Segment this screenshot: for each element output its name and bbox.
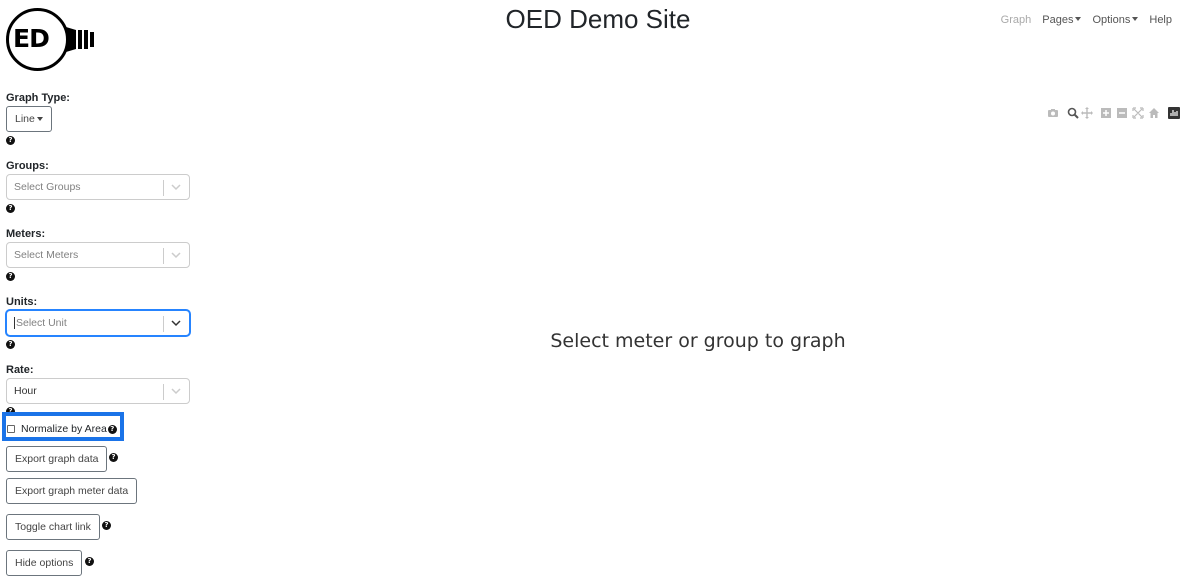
zoom-in-icon[interactable] (1100, 107, 1112, 119)
graph-type-label: Graph Type: (6, 92, 70, 104)
rate-value: Hour (14, 385, 37, 397)
select-separator (163, 384, 164, 400)
zoom-out-icon[interactable] (1116, 107, 1128, 119)
plot-toolbar (1047, 107, 1187, 121)
chevron-down-icon (171, 320, 181, 327)
help-icon[interactable]: ? (6, 340, 15, 349)
meters-placeholder: Select Meters (14, 249, 79, 261)
help-icon[interactable]: ? (102, 521, 111, 530)
autoscale-icon[interactable] (1132, 107, 1144, 119)
hide-options-button[interactable]: Hide options (6, 550, 83, 576)
groups-placeholder: Select Groups (14, 181, 81, 193)
top-nav: Graph Pages Options Help (1001, 14, 1172, 26)
select-separator (163, 316, 164, 332)
units-select[interactable]: Select Unit (6, 310, 190, 336)
zoom-icon[interactable] (1067, 107, 1079, 119)
units-placeholder: Select Unit (16, 317, 67, 329)
select-separator (163, 180, 164, 196)
chevron-down-icon (171, 252, 181, 259)
nav-pages-dropdown[interactable]: Pages (1042, 14, 1082, 26)
nav-help[interactable]: Help (1149, 14, 1172, 26)
help-icon[interactable]: ? (109, 453, 118, 462)
groups-label: Groups: (6, 160, 49, 172)
normalize-label: Normalize by Area (21, 423, 107, 435)
help-icon[interactable]: ? (6, 136, 15, 145)
graph-type-value: Line (15, 113, 35, 125)
chevron-down-icon (171, 388, 181, 395)
units-label: Units: (6, 296, 38, 308)
camera-icon[interactable] (1047, 107, 1059, 119)
export-graph-data-button[interactable]: Export graph data (6, 446, 108, 472)
plotly-logo-icon[interactable] (1168, 107, 1180, 119)
help-icon[interactable]: ? (6, 204, 15, 213)
meters-label: Meters: (6, 228, 46, 240)
groups-select[interactable]: Select Groups (6, 174, 190, 200)
select-separator (163, 248, 164, 264)
export-meter-data-button[interactable]: Export graph meter data (6, 478, 138, 504)
meters-select[interactable]: Select Meters (6, 242, 190, 268)
nav-graph[interactable]: Graph (1001, 14, 1032, 26)
graph-type-dropdown[interactable]: Line (6, 106, 52, 132)
caret-down-icon (1075, 17, 1082, 21)
caret-down-icon (36, 117, 43, 121)
rate-select[interactable]: Hour (6, 378, 190, 404)
rate-label: Rate: (6, 364, 34, 376)
pan-icon[interactable] (1081, 107, 1093, 119)
chevron-down-icon (171, 184, 181, 191)
normalize-checkbox[interactable] (7, 425, 15, 433)
help-icon[interactable]: ? (85, 557, 94, 566)
help-icon[interactable]: ? (107, 424, 117, 434)
empty-graph-message: Select meter or group to graph (550, 330, 846, 352)
help-icon[interactable]: ? (6, 272, 15, 281)
text-cursor (14, 317, 15, 329)
toggle-chart-link-button[interactable]: Toggle chart link (6, 514, 100, 540)
nav-options-dropdown[interactable]: Options (1092, 14, 1139, 26)
caret-down-icon (1132, 17, 1139, 21)
normalize-row: Normalize by Area ? (7, 423, 117, 435)
reset-axes-icon[interactable] (1148, 107, 1160, 119)
